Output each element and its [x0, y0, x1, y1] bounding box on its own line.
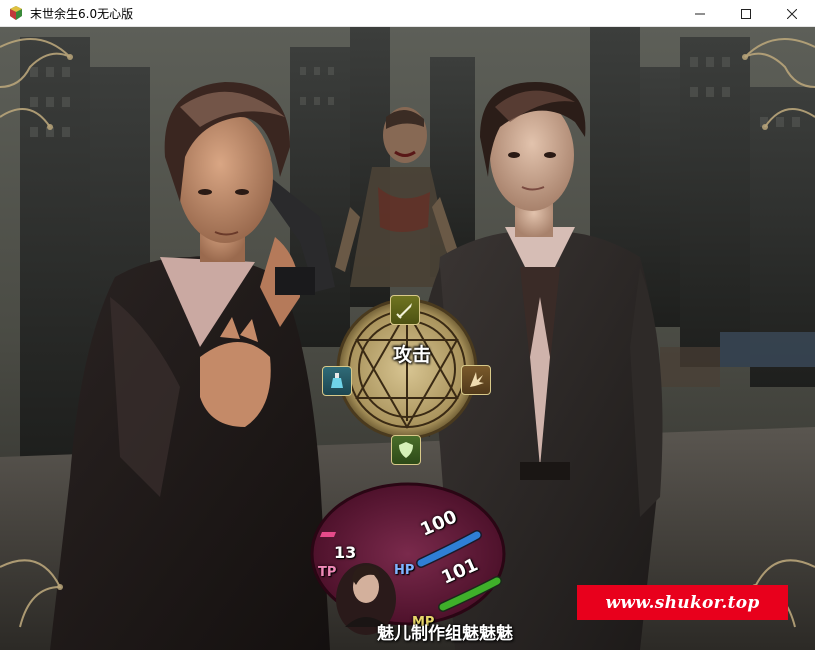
watermark-text: www.shukor.top: [605, 592, 760, 613]
mp-value: 101: [438, 554, 482, 589]
attack-command[interactable]: [390, 295, 420, 325]
minimize-button[interactable]: [677, 0, 723, 27]
maximize-icon: [741, 8, 751, 19]
maximize-button[interactable]: [723, 0, 769, 27]
hp-value: 100: [417, 506, 461, 541]
guard-command[interactable]: [391, 435, 421, 465]
rpg-app-icon: [10, 6, 22, 20]
hp-label: HP: [394, 563, 415, 578]
item-command[interactable]: [322, 366, 352, 396]
tp-value: 13: [334, 543, 357, 562]
window-title: 末世余生6.0无心版: [30, 6, 134, 21]
actor-status-hud: 13 TP 100 HP 101 MP: [308, 479, 508, 630]
selected-command-label: 攻击: [392, 344, 431, 366]
watermark-banner: www.shukor.top: [577, 585, 788, 620]
minimize-icon: [695, 13, 705, 14]
game-viewport[interactable]: 攻击 13 TP 100 HP 101 MP 魅儿制作组魅魅魅: [0, 27, 815, 650]
tp-label: TP: [318, 565, 337, 580]
close-button[interactable]: [769, 0, 815, 27]
burst-icon: [470, 372, 484, 387]
window-title-bar: 末世余生6.0无心版: [0, 0, 815, 27]
credits-text: 魅儿制作组魅魅魅: [377, 624, 513, 644]
sword-icon: [396, 303, 412, 319]
potion-icon: [331, 373, 343, 388]
close-icon: [787, 8, 797, 19]
shield-icon: [399, 442, 413, 458]
skill-command[interactable]: [461, 365, 491, 395]
